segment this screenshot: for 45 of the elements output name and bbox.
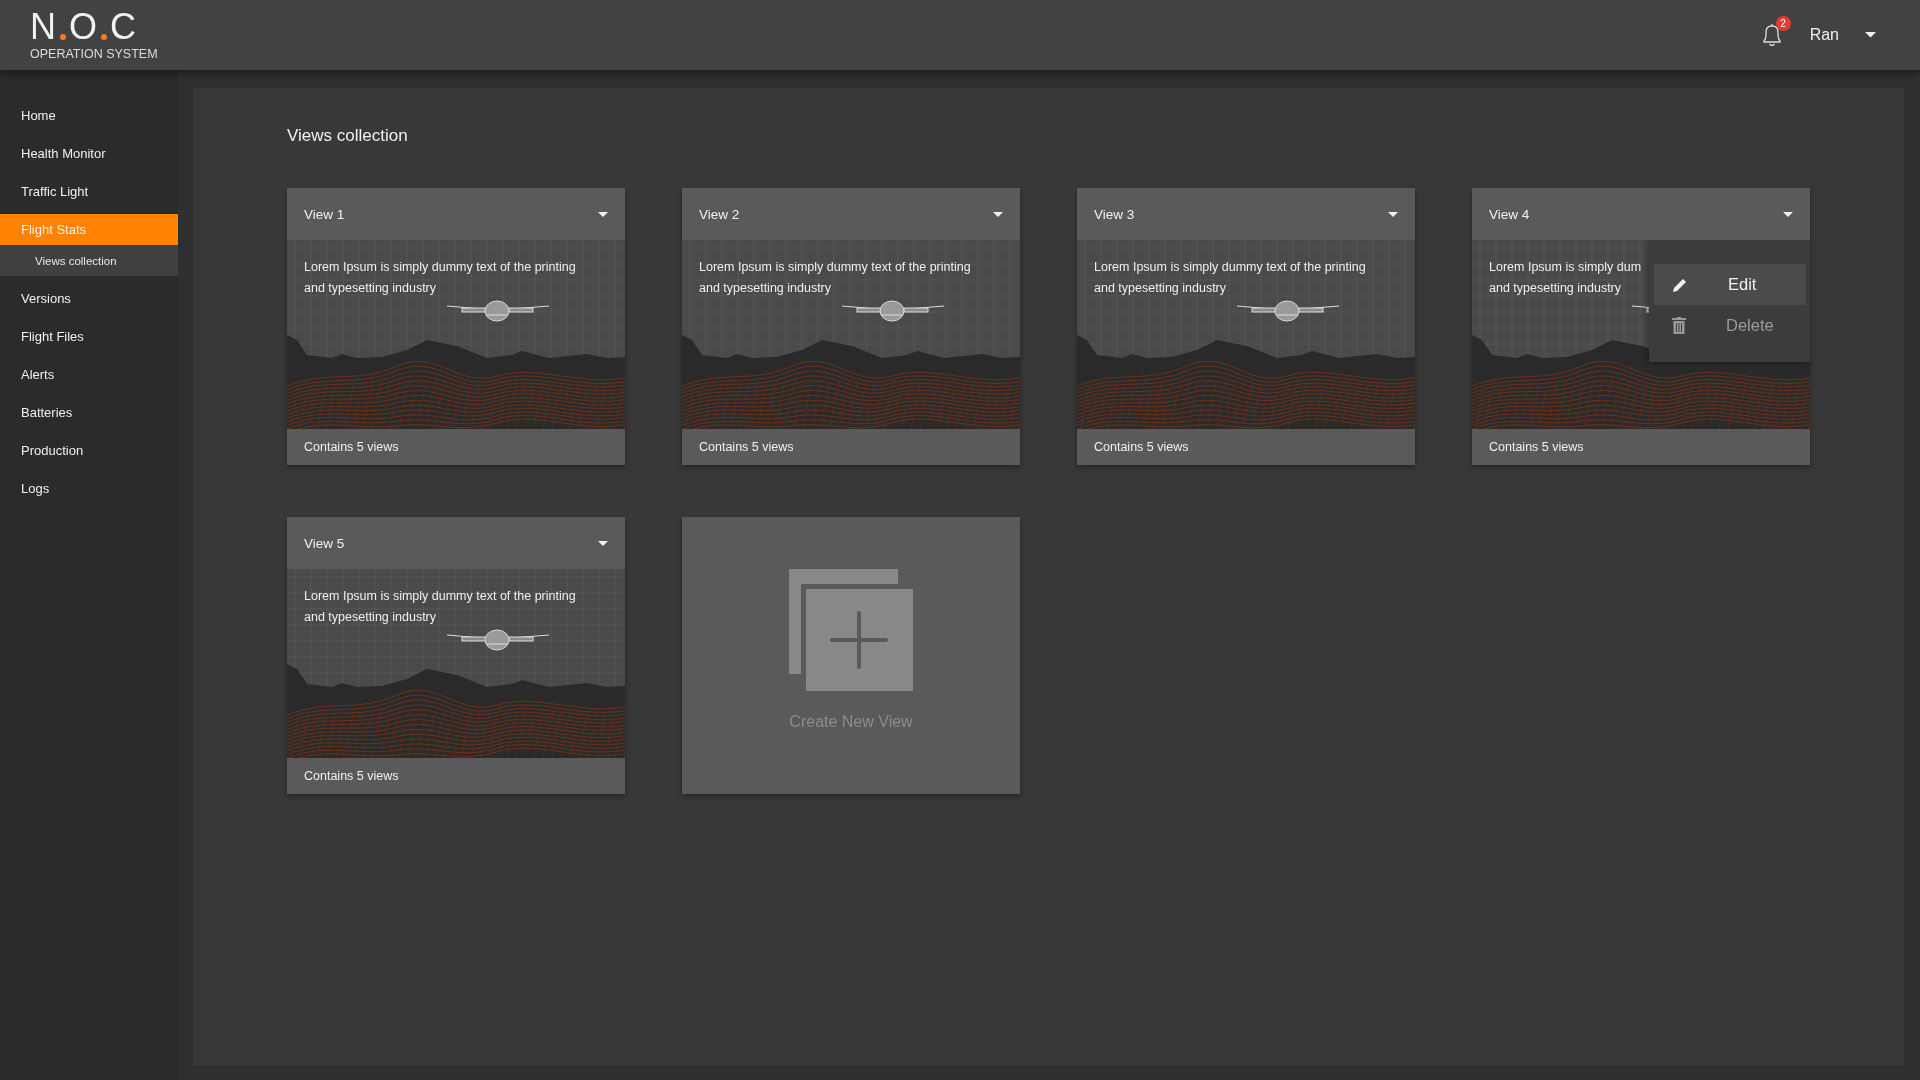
card-title: View 5 — [304, 535, 345, 551]
sidebar-subitem[interactable]: Views collection — [0, 245, 178, 276]
sidebar-item[interactable]: Versions — [0, 283, 178, 314]
card-footer-text: Contains 5 views — [1489, 440, 1584, 454]
user-menu-button[interactable]: Ran — [1805, 22, 1880, 48]
pencil-icon — [1672, 276, 1688, 293]
card-footer-text: Contains 5 views — [1094, 440, 1189, 454]
caret-icon — [598, 540, 608, 546]
card-title: View 1 — [304, 206, 345, 222]
card-description: Lorem Ipsum is simply dummy text of the printing and typesetting industry — [304, 588, 576, 626]
sidebar-item[interactable]: Logs — [0, 473, 178, 504]
sidebar-item[interactable]: Health Monitor — [0, 138, 178, 169]
sidebar-item[interactable]: Production — [0, 435, 178, 466]
logo-subtitle: OPERATION SYSTEM — [30, 47, 158, 61]
caret-icon — [598, 211, 608, 217]
card-title: View 3 — [1094, 206, 1135, 222]
caret-icon — [1865, 32, 1876, 38]
notification-count-badge: 2 — [1775, 16, 1791, 31]
card-description: Lorem Ipsum is simply dummy text of the printing and typesetting industry — [304, 259, 576, 297]
dot-icon — [60, 34, 66, 40]
logo-letter: O — [69, 9, 98, 45]
menu-item[interactable]: Delete — [1654, 305, 1806, 346]
sidebar-item[interactable]: Home — [0, 100, 178, 131]
caret-icon — [1388, 211, 1398, 217]
page-title: Views collection — [287, 126, 408, 146]
menu-item[interactable]: Edit — [1654, 264, 1806, 305]
card-description: Lorem Ipsum is simply dummy text of the printing and typesetting industry — [699, 259, 971, 297]
logo-letter: N — [30, 9, 57, 45]
card-footer-text: Contains 5 views — [304, 769, 399, 783]
dot-icon — [101, 34, 107, 40]
card-title: View 4 — [1489, 206, 1530, 222]
add-copy-icon — [789, 568, 913, 691]
card-title: View 2 — [699, 206, 740, 222]
sidebar-item[interactable]: Flight Files — [0, 321, 178, 352]
logo-letter: C — [110, 9, 137, 45]
trash-icon — [1672, 317, 1686, 334]
card-description: Lorem Ipsum is simply dum and typesetting industry — [1489, 259, 1642, 297]
card-footer-text: Contains 5 views — [699, 440, 794, 454]
card-description: Lorem Ipsum is simply dummy text of the printing and typesetting industry — [1094, 259, 1366, 297]
card-footer-text: Contains 5 views — [304, 440, 399, 454]
sidebar-item[interactable]: Batteries — [0, 397, 178, 428]
sidebar-item[interactable]: Traffic Light — [0, 176, 178, 207]
caret-icon — [993, 211, 1003, 217]
caret-icon — [1783, 211, 1793, 217]
sidebar-item[interactable]: Alerts — [0, 359, 178, 390]
